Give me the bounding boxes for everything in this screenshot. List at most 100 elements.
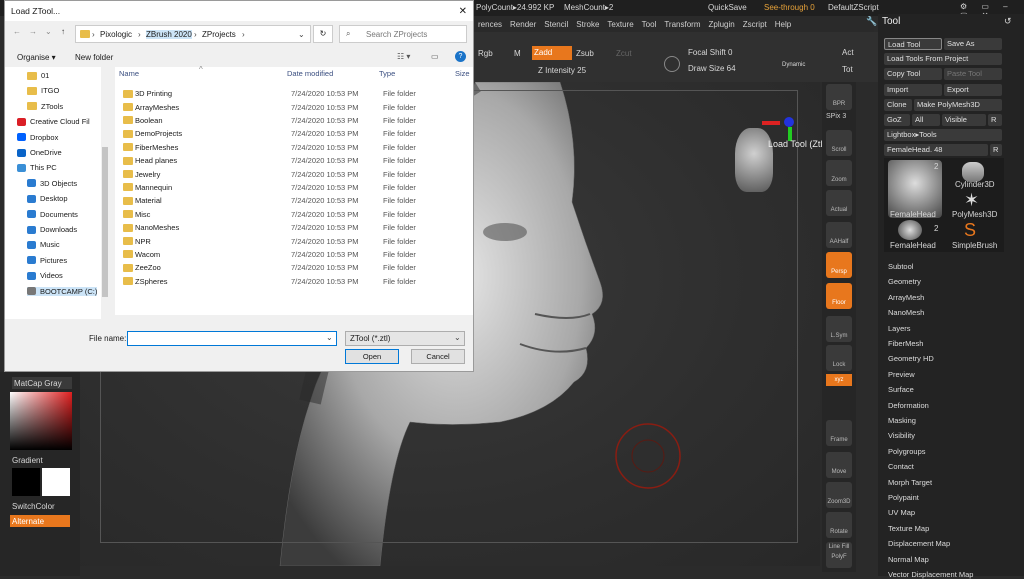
view-options-icon[interactable]: ☷ ▾ — [397, 52, 410, 61]
breadcrumb[interactable]: › Pixologic › ZBrush 2020 › ZProjects › … — [75, 25, 311, 43]
file-row[interactable]: ZeeZoo 7/24/2020 10:53 PM File folder — [115, 261, 473, 274]
nav-item-itgo[interactable]: ITGO — [27, 86, 59, 95]
file-row[interactable]: DemoProjects 7/24/2020 10:53 PM File folde… — [115, 127, 473, 140]
dynamic-toggle[interactable]: Dynamic — [782, 62, 805, 68]
nav-item-onedrive[interactable]: OneDrive — [17, 148, 62, 157]
default-zscript-button[interactable]: DefaultZScript — [828, 3, 879, 12]
subpalette-uv-map[interactable]: UV Map — [888, 508, 915, 517]
lightbox-tools-button[interactable]: Lightbox▸Tools — [884, 129, 1002, 141]
breadcrumb-item[interactable]: Pixologic — [100, 30, 132, 39]
subpalette-visibility[interactable]: Visibility — [888, 431, 915, 440]
export-button[interactable]: Export — [944, 84, 1002, 96]
clone-button[interactable]: Clone — [884, 99, 912, 111]
zadd-button[interactable]: Zadd — [532, 46, 572, 60]
frame-button[interactable]: Frame — [826, 420, 852, 446]
secondary-color-swatch[interactable] — [12, 468, 40, 496]
nav-item-dropbox[interactable]: Dropbox — [17, 133, 58, 142]
goz-visible-button[interactable]: Visible — [942, 114, 986, 126]
subpalette-morph-target[interactable]: Morph Target — [888, 478, 932, 487]
file-row[interactable]: FiberMeshes 7/24/2020 10:53 PM File folder — [115, 141, 473, 154]
nav-item-this-pc[interactable]: This PC — [17, 163, 57, 172]
subpalette-deformation[interactable]: Deformation — [888, 401, 929, 410]
file-row[interactable]: NPR 7/24/2020 10:53 PM File folder — [115, 234, 473, 247]
load-tool-button[interactable]: Load Tool — [884, 38, 942, 50]
nav-item-music[interactable]: Music — [27, 240, 60, 249]
back-arrow-icon[interactable]: ← — [13, 27, 21, 36]
alternate-button[interactable]: Alternate — [10, 515, 70, 527]
organise-button[interactable]: Organise ▾ — [17, 53, 56, 62]
preview-pane-icon[interactable]: ▭ — [431, 52, 439, 61]
file-row[interactable]: ArrayMeshes 7/24/2020 10:53 PM File folder — [115, 100, 473, 113]
navigation-head-icon[interactable] — [735, 128, 773, 192]
material-button[interactable]: MatCap Gray — [12, 377, 72, 389]
paste-tool-button[interactable]: Paste Tool — [944, 68, 1002, 80]
gradient-toggle[interactable]: Gradient — [12, 456, 43, 465]
nav-item-desktop[interactable]: Desktop — [27, 194, 68, 203]
nav-item-bootcamp-c[interactable]: BOOTCAMP (C:) — [27, 286, 98, 296]
menu-item[interactable]: Stencil — [544, 20, 568, 29]
palette-dock-icon[interactable]: ↺ — [1004, 16, 1012, 27]
rotate-button[interactable]: Rotate — [826, 512, 852, 538]
nav-item-videos[interactable]: Videos — [27, 271, 63, 280]
menu-item[interactable]: Texture — [607, 20, 633, 29]
close-icon[interactable]: ✕ — [459, 6, 467, 17]
subpalette-texture-map[interactable]: Texture Map — [888, 524, 929, 533]
subpalette-fibermesh[interactable]: FiberMesh — [888, 339, 923, 348]
color-picker[interactable] — [10, 392, 72, 450]
make-polymesh3d-button[interactable]: Make PolyMesh3D — [914, 99, 1002, 111]
subpalette-geometry[interactable]: Geometry — [888, 277, 921, 286]
subpalette-contact[interactable]: Contact — [888, 462, 914, 471]
cancel-button[interactable]: Cancel — [411, 349, 465, 364]
zoom3d-button[interactable]: Zoom3D — [826, 482, 852, 508]
filename-input[interactable]: ⌄ — [127, 331, 337, 346]
chevron-down-icon[interactable]: ⌄ — [326, 333, 333, 342]
zsub-button[interactable]: Zsub — [576, 49, 594, 58]
aahalf-button[interactable]: AAHalf — [826, 222, 852, 248]
subpalette-masking[interactable]: Masking — [888, 416, 916, 425]
save-as-button[interactable]: Save As — [944, 38, 1002, 50]
new-folder-button[interactable]: New folder — [75, 53, 113, 62]
draw-size-slider[interactable]: Draw Size 64 — [688, 64, 736, 73]
line-fill-button[interactable]: Line Fill PolyF — [826, 542, 852, 568]
xyz-toggle[interactable]: xyz — [826, 374, 852, 386]
recent-dropdown-icon[interactable]: ⌄ — [45, 27, 52, 36]
column-header-type[interactable]: Type — [379, 69, 395, 78]
file-row[interactable]: NanoMeshes 7/24/2020 10:53 PM File folder — [115, 221, 473, 234]
main-color-swatch[interactable] — [42, 468, 70, 496]
help-icon[interactable]: ? — [455, 51, 466, 62]
load-tools-from-project-button[interactable]: Load Tools From Project — [884, 53, 1002, 65]
polymesh3d-icon[interactable]: ✶ — [964, 190, 979, 211]
chevron-down-icon[interactable]: ⌄ — [298, 30, 305, 39]
column-header-size[interactable]: Size — [455, 69, 470, 78]
file-row[interactable]: Head planes 7/24/2020 10:53 PM File folder — [115, 154, 473, 167]
file-row[interactable]: Jewelry 7/24/2020 10:53 PM File folder — [115, 167, 473, 180]
nav-item-documents[interactable]: Documents — [27, 210, 78, 219]
cylinder3d-icon[interactable] — [962, 162, 984, 182]
refresh-icon[interactable]: ↻ — [313, 25, 333, 43]
current-tool-slider[interactable]: FemaleHead. 48 — [884, 144, 988, 156]
subpalette-displacement-map[interactable]: Displacement Map — [888, 539, 950, 548]
nav-item-creative-cloud-fil[interactable]: Creative Cloud Fil — [17, 117, 90, 126]
lock-button[interactable]: Lock — [826, 345, 852, 371]
z-intensity-slider[interactable]: Z Intensity 25 — [538, 66, 586, 75]
axis-gizmo-icon[interactable] — [762, 117, 798, 141]
focal-shift-slider[interactable]: Focal Shift 0 — [688, 48, 732, 57]
menu-item[interactable]: Zplugin — [708, 20, 734, 29]
scroll-button[interactable]: Scroll — [826, 130, 852, 156]
rgb-button[interactable]: Rgb — [478, 49, 493, 58]
search-input[interactable]: ⌕ Search ZProjects — [339, 25, 467, 43]
open-button[interactable]: Open — [345, 349, 399, 364]
import-button[interactable]: Import — [884, 84, 942, 96]
subpalette-polypaint[interactable]: Polypaint — [888, 493, 919, 502]
file-row[interactable]: Misc 7/24/2020 10:53 PM File folder — [115, 208, 473, 221]
menu-item[interactable]: Transform — [664, 20, 700, 29]
nav-item-3d-objects[interactable]: 3D Objects — [27, 179, 77, 188]
quicksave-button[interactable]: QuickSave — [708, 3, 747, 12]
breadcrumb-item[interactable]: ZBrush 2020 — [146, 30, 192, 39]
subpalette-nanomesh[interactable]: NanoMesh — [888, 308, 924, 317]
forward-arrow-icon[interactable]: → — [29, 27, 37, 36]
column-header-name[interactable]: Name — [119, 69, 139, 78]
menu-item[interactable]: Tool — [642, 20, 657, 29]
copy-tool-button[interactable]: Copy Tool — [884, 68, 942, 80]
subpalette-layers[interactable]: Layers — [888, 324, 911, 333]
